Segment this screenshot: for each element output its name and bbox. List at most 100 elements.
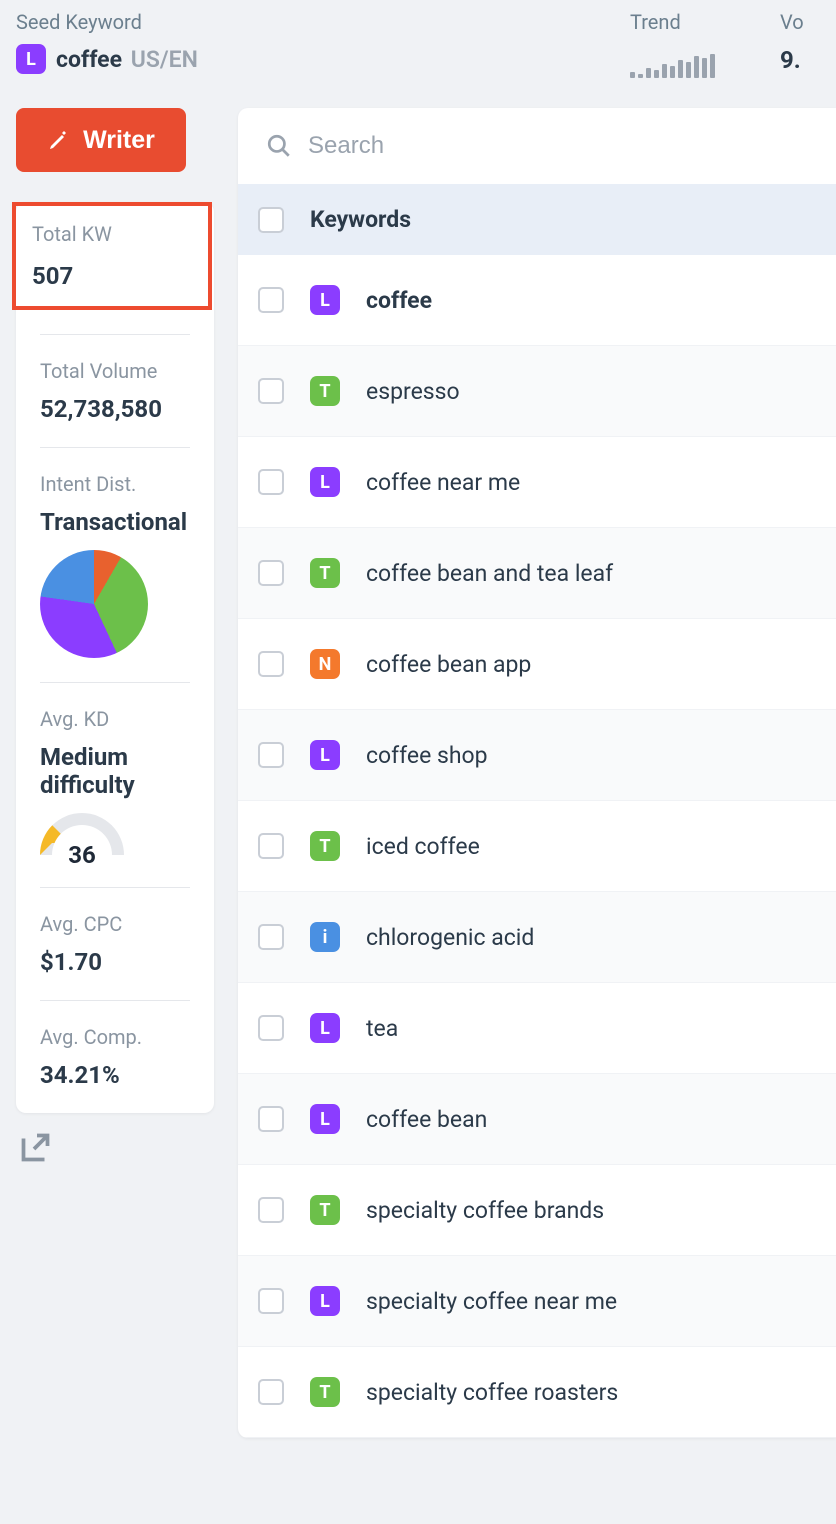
intent-badge: L bbox=[310, 467, 340, 497]
stat-value: 34.21% bbox=[40, 1061, 190, 1089]
stat-label: Total KW bbox=[32, 222, 192, 246]
search-input[interactable] bbox=[308, 132, 808, 160]
kd-number: 36 bbox=[40, 841, 124, 869]
intent-pie-chart bbox=[40, 550, 148, 658]
intent-badge: L bbox=[310, 740, 340, 770]
stat-avg-comp: Avg. Comp. 34.21% bbox=[40, 1001, 190, 1113]
stat-label: Avg. Comp. bbox=[40, 1025, 190, 1049]
row-checkbox[interactable] bbox=[258, 1106, 284, 1132]
row-checkbox[interactable] bbox=[258, 1015, 284, 1041]
row-checkbox[interactable] bbox=[258, 378, 284, 404]
row-checkbox[interactable] bbox=[258, 560, 284, 586]
keyword-text: coffee bean bbox=[366, 1106, 487, 1133]
row-checkbox[interactable] bbox=[258, 287, 284, 313]
table-header-row: Keywords bbox=[238, 184, 836, 255]
keyword-table: Keywords LcoffeeTespressoLcoffee near me… bbox=[238, 108, 836, 1438]
search-icon bbox=[266, 133, 292, 159]
select-all-checkbox[interactable] bbox=[258, 207, 284, 233]
stat-total-kw: Total KW 507 bbox=[40, 202, 190, 335]
keyword-text: tea bbox=[366, 1015, 398, 1042]
stat-total-volume: Total Volume 52,738,580 bbox=[40, 335, 190, 448]
keyword-row[interactable]: Lspecialty coffee near me bbox=[238, 1256, 836, 1347]
trend-block: Trend bbox=[630, 10, 750, 78]
seed-keyword-row: L coffee US/EN bbox=[16, 44, 630, 74]
keyword-text: specialty coffee roasters bbox=[366, 1379, 618, 1406]
stat-label: Total Volume bbox=[40, 359, 190, 383]
seed-keyword: coffee US/EN bbox=[56, 46, 198, 73]
intent-badge: L bbox=[310, 285, 340, 315]
kd-gauge: 36 bbox=[40, 813, 124, 863]
stats-card: Total KW 507 Total Volume 52,738,580 Int… bbox=[16, 202, 214, 1113]
highlight-box: Total KW 507 bbox=[12, 202, 212, 310]
intent-badge: T bbox=[310, 831, 340, 861]
intent-badge: L bbox=[310, 1104, 340, 1134]
keyword-row[interactable]: Ticed coffee bbox=[238, 801, 836, 892]
seed-keyword-locale: US/EN bbox=[131, 46, 198, 73]
keyword-row[interactable]: Lcoffee near me bbox=[238, 437, 836, 528]
keyword-row[interactable]: Lcoffee shop bbox=[238, 710, 836, 801]
keywords-column-header[interactable]: Keywords bbox=[310, 206, 411, 233]
seed-keyword-name: coffee bbox=[56, 46, 122, 73]
keyword-text: espresso bbox=[366, 378, 460, 405]
stat-intent-dist: Intent Dist. Transactional bbox=[40, 448, 190, 683]
intent-badge: T bbox=[310, 1195, 340, 1225]
row-checkbox[interactable] bbox=[258, 1197, 284, 1223]
intent-badge: L bbox=[310, 1286, 340, 1316]
seed-label: Seed Keyword bbox=[16, 10, 630, 34]
keyword-text: iced coffee bbox=[366, 833, 480, 860]
intent-badge: T bbox=[310, 558, 340, 588]
export-icon bbox=[16, 1131, 52, 1167]
volume-block: Vo 9. bbox=[780, 10, 820, 74]
row-checkbox[interactable] bbox=[258, 1379, 284, 1405]
keyword-text: coffee bean app bbox=[366, 651, 531, 678]
keyword-row[interactable]: Tspecialty coffee roasters bbox=[238, 1347, 836, 1438]
row-checkbox[interactable] bbox=[258, 742, 284, 768]
keyword-text: coffee bbox=[366, 287, 432, 314]
search-row bbox=[238, 108, 836, 184]
keyword-text: specialty coffee brands bbox=[366, 1197, 604, 1224]
row-checkbox[interactable] bbox=[258, 833, 284, 859]
keyword-text: coffee shop bbox=[366, 742, 488, 769]
intent-badge: T bbox=[310, 1377, 340, 1407]
intent-badge: T bbox=[310, 376, 340, 406]
trend-sparkline bbox=[630, 52, 750, 78]
stat-label: Avg. CPC bbox=[40, 912, 190, 936]
intent-badge: i bbox=[310, 922, 340, 952]
writer-button[interactable]: Writer bbox=[16, 108, 186, 172]
keyword-row[interactable]: Lcoffee bean bbox=[238, 1074, 836, 1165]
columns: Writer Total KW 507 Total Volume 52,738,… bbox=[0, 78, 836, 1438]
pen-icon bbox=[47, 128, 71, 152]
header: Seed Keyword L coffee US/EN Trend Vo 9. bbox=[0, 0, 836, 78]
export-button[interactable] bbox=[16, 1131, 214, 1171]
seed-keyword-block: Seed Keyword L coffee US/EN bbox=[16, 10, 630, 74]
stat-avg-kd: Avg. KD Medium difficulty 36 bbox=[40, 683, 190, 888]
keyword-row[interactable]: Ltea bbox=[238, 983, 836, 1074]
row-checkbox[interactable] bbox=[258, 469, 284, 495]
stat-value: Medium difficulty bbox=[40, 743, 190, 799]
keyword-text: chlorogenic acid bbox=[366, 924, 534, 951]
keyword-row[interactable]: Tcoffee bean and tea leaf bbox=[238, 528, 836, 619]
intent-badge: N bbox=[310, 649, 340, 679]
writer-button-label: Writer bbox=[83, 126, 155, 155]
stat-value: Transactional bbox=[40, 508, 190, 536]
row-checkbox[interactable] bbox=[258, 924, 284, 950]
stat-label: Avg. KD bbox=[40, 707, 190, 731]
stat-avg-cpc: Avg. CPC $1.70 bbox=[40, 888, 190, 1001]
stat-label: Intent Dist. bbox=[40, 472, 190, 496]
keyword-text: coffee near me bbox=[366, 469, 520, 496]
keyword-row[interactable]: Ncoffee bean app bbox=[238, 619, 836, 710]
keyword-row[interactable]: Lcoffee bbox=[238, 255, 836, 346]
keyword-text: coffee bean and tea leaf bbox=[366, 560, 613, 587]
row-checkbox[interactable] bbox=[258, 1288, 284, 1314]
keyword-row[interactable]: Tespresso bbox=[238, 346, 836, 437]
row-checkbox[interactable] bbox=[258, 651, 284, 677]
keyword-text: specialty coffee near me bbox=[366, 1288, 617, 1315]
keyword-row[interactable]: i chlorogenic acid bbox=[238, 892, 836, 983]
intent-badge: L bbox=[16, 44, 46, 74]
left-column: Writer Total KW 507 Total Volume 52,738,… bbox=[16, 108, 214, 1438]
table-body: LcoffeeTespressoLcoffee near meTcoffee b… bbox=[238, 255, 836, 1438]
stat-value: 507 bbox=[32, 262, 192, 290]
stat-value: $1.70 bbox=[40, 948, 190, 976]
volume-label: Vo bbox=[780, 10, 820, 34]
keyword-row[interactable]: Tspecialty coffee brands bbox=[238, 1165, 836, 1256]
